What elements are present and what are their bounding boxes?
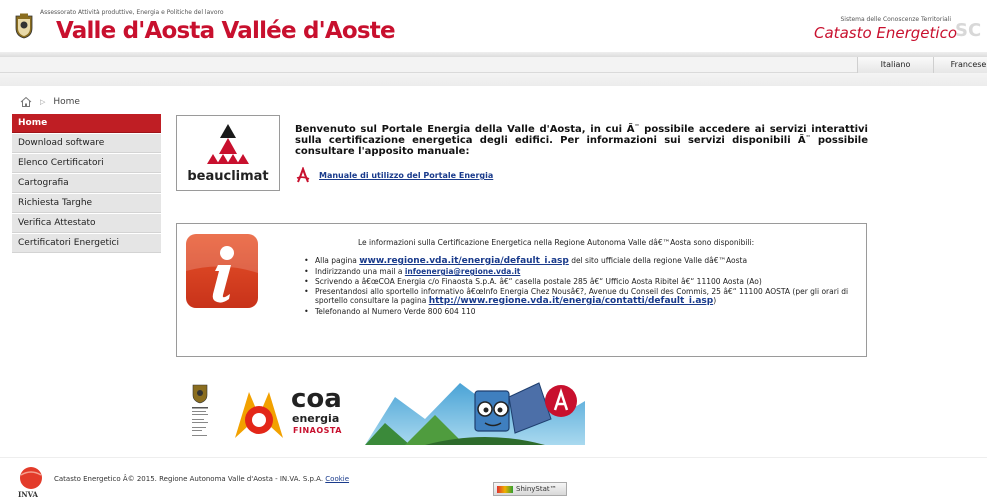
regional-crest-icon — [15, 13, 33, 39]
inva-label: INVA — [18, 490, 38, 499]
breadcrumb-home[interactable]: Home — [53, 97, 80, 107]
sidebar-item-cartografia[interactable]: Cartografia — [12, 174, 161, 193]
sidebar-item-elenco-certificatori[interactable]: Elenco Certificatori — [12, 154, 161, 173]
language-francese-button[interactable]: Francese — [933, 57, 987, 73]
beauclimat-logo — [207, 124, 249, 164]
coa-logo-subtext: energia — [292, 412, 340, 425]
beauclimat-logo-box: beauclimat — [176, 115, 280, 191]
header-subband — [0, 73, 987, 86]
coa-sun-icon — [235, 392, 283, 438]
footer: INVA Catasto Energetico Â© 2015. Regione… — [0, 457, 987, 500]
home-icon[interactable] — [20, 96, 32, 108]
manual-link[interactable]: Manuale di utilizzo del Portale Energia — [319, 171, 493, 180]
info-box: Le informazioni sulla Certificazione Ene… — [176, 223, 867, 357]
info-item-sportello: Presentandosi allo sportello informativo… — [303, 287, 851, 306]
sidebar-item-certificatori-energetici[interactable]: Certificatori Energetici — [12, 234, 161, 253]
info-item-phone: Telefonando al Numero Verde 800 604 110 — [303, 307, 851, 316]
chevron-right-icon: ▷ — [40, 98, 46, 106]
regione-energia-link[interactable]: www.regione.vda.it/energia/default_i.asp — [359, 256, 569, 266]
info-energia-banner — [365, 379, 585, 445]
region-logo — [192, 384, 208, 436]
welcome-text: Benvenuto sul Portale Energia della Vall… — [295, 124, 868, 157]
system-logo: SC — [955, 20, 982, 41]
cookie-link[interactable]: Cookie — [325, 475, 349, 483]
info-icon — [186, 234, 258, 308]
sidebar: Home Download software Elenco Certificat… — [12, 114, 161, 254]
sidebar-item-verifica-attestato[interactable]: Verifica Attestato — [12, 214, 161, 233]
infoenergia-email-link[interactable]: infoenergia@regione.vda.it — [405, 267, 521, 276]
breadcrumb: ▷ Home — [20, 96, 80, 108]
sidebar-item-home[interactable]: Home — [12, 114, 161, 133]
department-label: Assessorato Attività produttive, Energia… — [40, 9, 224, 16]
header: Assessorato Attività produttive, Energia… — [0, 0, 987, 52]
system-label: Sistema delle Conoscenze Territoriali — [840, 16, 951, 23]
sidebar-item-download-software[interactable]: Download software — [12, 134, 161, 153]
language-italiano-button[interactable]: Italiano — [857, 57, 933, 73]
inva-logo — [20, 467, 42, 489]
contatti-link[interactable]: http://www.regione.vda.it/energia/contat… — [429, 296, 714, 306]
footer-copyright: Catasto Energetico Â© 2015. Regione Auto… — [54, 475, 350, 483]
coa-logo-finaosta: FINAOSTA — [293, 426, 342, 435]
info-item-email: Indirizzando una mail a infoenergia@regi… — [303, 267, 851, 276]
info-list: Alla pagina www.regione.vda.it/energia/d… — [303, 256, 851, 317]
info-item-mail: Scrivendo a â€œCOA Energia c/o Finaosta … — [303, 277, 851, 286]
language-bar: Italiano Francese — [0, 57, 987, 73]
brand-title[interactable]: Valle d'Aosta Vallée d'Aoste — [56, 18, 396, 44]
info-intro: Le informazioni sulla Certificazione Ene… — [358, 238, 755, 247]
info-item-website: Alla pagina www.regione.vda.it/energia/d… — [303, 256, 851, 266]
coa-logo-text: coa — [291, 384, 342, 414]
beauclimat-logo-text: beauclimat — [187, 169, 269, 184]
sidebar-item-richiesta-targhe[interactable]: Richiesta Targhe — [12, 194, 161, 213]
system-title[interactable]: Catasto Energetico — [814, 24, 957, 42]
pdf-icon[interactable] — [295, 167, 311, 184]
coa-energia-logo: coa energia FINAOSTA — [231, 386, 349, 442]
shinystat-badge[interactable]: ShinyStat™ — [493, 482, 567, 496]
